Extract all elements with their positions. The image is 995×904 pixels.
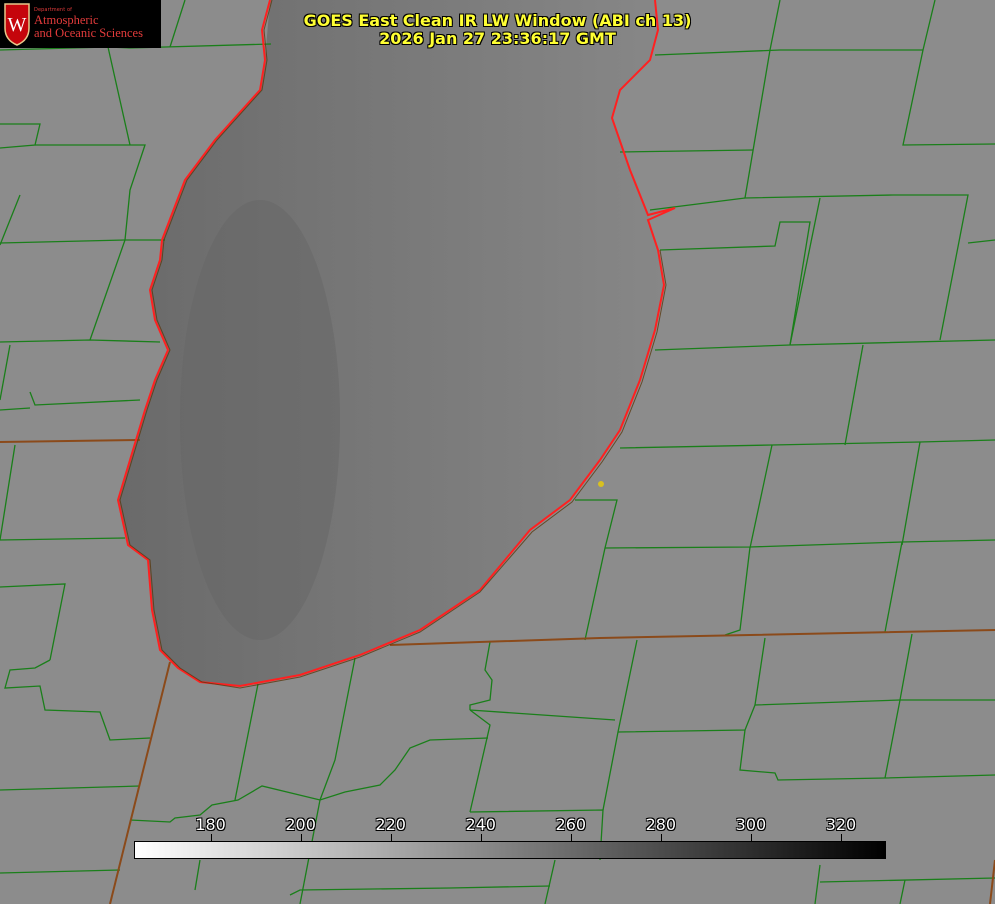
colorbar-tick-label: 200 (285, 815, 316, 834)
dot-marker (598, 481, 604, 487)
colorbar-tick-mark (570, 834, 572, 841)
satellite-image: W Department of Atmospheric and Oceanic … (0, 0, 995, 904)
colorbar-tick-label: 240 (465, 815, 496, 834)
colorbar-tick-mark (660, 834, 662, 841)
colorbar-tick-mark (390, 834, 392, 841)
colorbar-tick-mark (840, 834, 842, 841)
colorbar-tick-label: 280 (645, 815, 677, 834)
colorbar-tick-mark (480, 834, 482, 841)
colorbar-tick-mark (300, 834, 302, 841)
colorbar-tick-label: 220 (375, 815, 406, 834)
colorbar-tick-label: 260 (555, 815, 587, 834)
colorbar-tick-mark (750, 834, 752, 841)
map-canvas (0, 0, 995, 904)
product-title: GOES East Clean IR LW Window (ABI ch 13) (303, 11, 692, 30)
colorbar-tick-label: 300 (735, 815, 767, 834)
timestamp: 2026 Jan 27 23:36:17 GMT (379, 29, 616, 48)
colorbar-tick-label: 180 (195, 815, 226, 834)
colorbar-tick-label: 320 (825, 815, 857, 834)
cold-lake-core (180, 200, 340, 640)
colorbar (134, 841, 886, 859)
colorbar-tick-mark (210, 834, 212, 841)
